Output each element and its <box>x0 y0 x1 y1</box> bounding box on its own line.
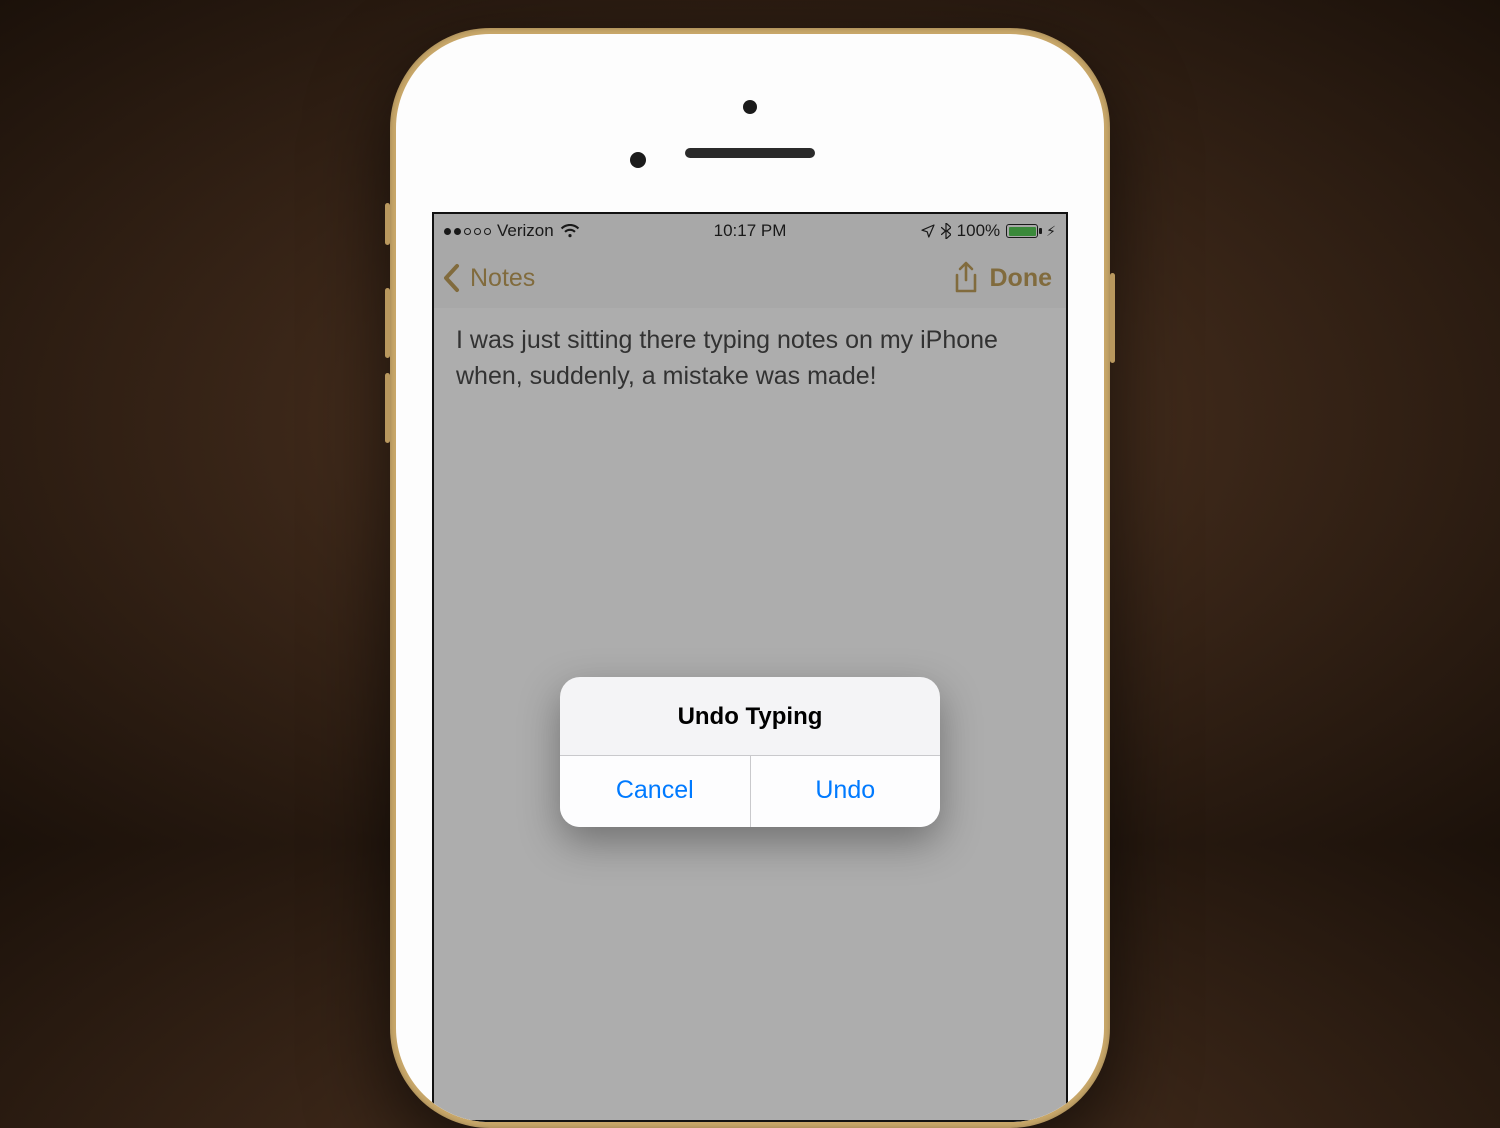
alert-title: Undo Typing <box>560 677 940 755</box>
earpiece-speaker <box>685 148 815 158</box>
phone-frame: Verizon 10:17 PM 100% ⚡︎ <box>390 28 1110 1128</box>
screen: Verizon 10:17 PM 100% ⚡︎ <box>432 212 1068 1122</box>
modal-overlay: Undo Typing Cancel Undo <box>434 214 1066 1120</box>
power-button <box>1110 273 1115 363</box>
undo-alert: Undo Typing Cancel Undo <box>560 677 940 827</box>
volume-down-button <box>385 373 390 443</box>
cancel-button[interactable]: Cancel <box>560 756 750 827</box>
undo-button[interactable]: Undo <box>750 756 941 827</box>
proximity-sensor <box>630 152 646 168</box>
mute-switch <box>385 203 390 245</box>
alert-buttons: Cancel Undo <box>560 755 940 827</box>
volume-up-button <box>385 288 390 358</box>
phone-bezel: Verizon 10:17 PM 100% ⚡︎ <box>396 34 1104 1122</box>
front-camera <box>743 100 757 114</box>
